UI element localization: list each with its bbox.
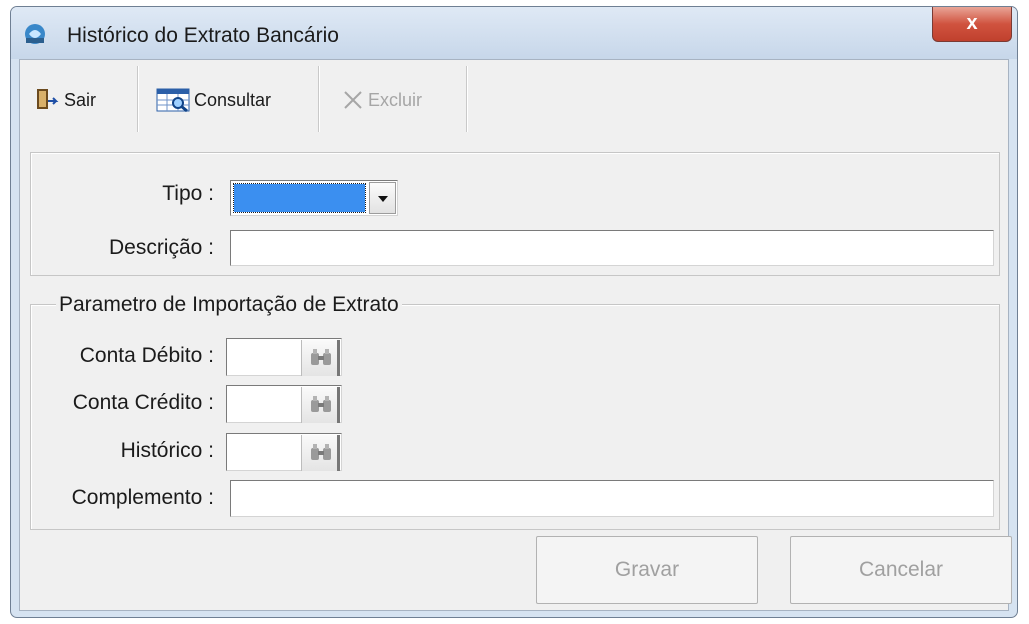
- toolbar-separator: [137, 66, 139, 132]
- main-window: Histórico do Extrato Bancário x Sair Con…: [10, 6, 1018, 618]
- tipo-label: Tipo :: [162, 182, 214, 205]
- consultar-button[interactable]: Consultar: [156, 78, 271, 122]
- conta-debito-lookup-button[interactable]: [301, 340, 340, 376]
- gravar-button[interactable]: Gravar: [536, 536, 758, 604]
- cancelar-button[interactable]: Cancelar: [790, 536, 1012, 604]
- toolbar-separator: [466, 66, 468, 132]
- conta-debito-label: Conta Débito :: [79, 344, 214, 367]
- consultar-label: Consultar: [194, 89, 272, 110]
- sair-button[interactable]: Sair: [34, 78, 96, 122]
- app-icon: [25, 24, 45, 44]
- historico-field[interactable]: [226, 433, 342, 471]
- delete-x-icon: [344, 91, 362, 109]
- binoculars-icon: [311, 349, 331, 365]
- search-grid-icon: [156, 88, 190, 112]
- sair-label: Sair: [64, 89, 97, 110]
- descricao-input[interactable]: [230, 230, 994, 266]
- chevron-down-icon[interactable]: [369, 182, 396, 214]
- conta-debito-field[interactable]: [226, 338, 342, 376]
- excluir-label: Excluir: [368, 89, 423, 110]
- content-area: Sair Consultar Excluir Tipo: Descrição …: [19, 59, 1012, 611]
- conta-credito-lookup-button[interactable]: [301, 387, 340, 423]
- close-button[interactable]: x: [932, 7, 1012, 42]
- import-params-legend: Parametro de Importação de Extrato: [56, 293, 402, 317]
- tipo-selected-value: [233, 183, 366, 213]
- binoculars-icon: [311, 444, 331, 460]
- descricao-label: Descrição :: [108, 236, 214, 259]
- close-icon: x: [966, 12, 978, 34]
- complemento-label: Complemento :: [71, 486, 214, 509]
- complemento-input[interactable]: [230, 480, 994, 517]
- window-title: Histórico do Extrato Bancário: [67, 24, 339, 47]
- conta-credito-field[interactable]: [226, 385, 342, 423]
- binoculars-icon: [311, 396, 331, 412]
- exit-door-icon: [37, 89, 59, 109]
- historico-lookup-button[interactable]: [301, 435, 340, 471]
- tipo-dropdown[interactable]: [230, 180, 398, 216]
- historico-label: Histórico :: [120, 439, 214, 462]
- toolbar: Sair Consultar Excluir: [20, 60, 1008, 137]
- title-bar[interactable]: Histórico do Extrato Bancário x: [11, 7, 1017, 59]
- excluir-button[interactable]: Excluir: [342, 78, 422, 122]
- conta-credito-label: Conta Crédito :: [72, 391, 214, 414]
- toolbar-separator: [318, 66, 320, 132]
